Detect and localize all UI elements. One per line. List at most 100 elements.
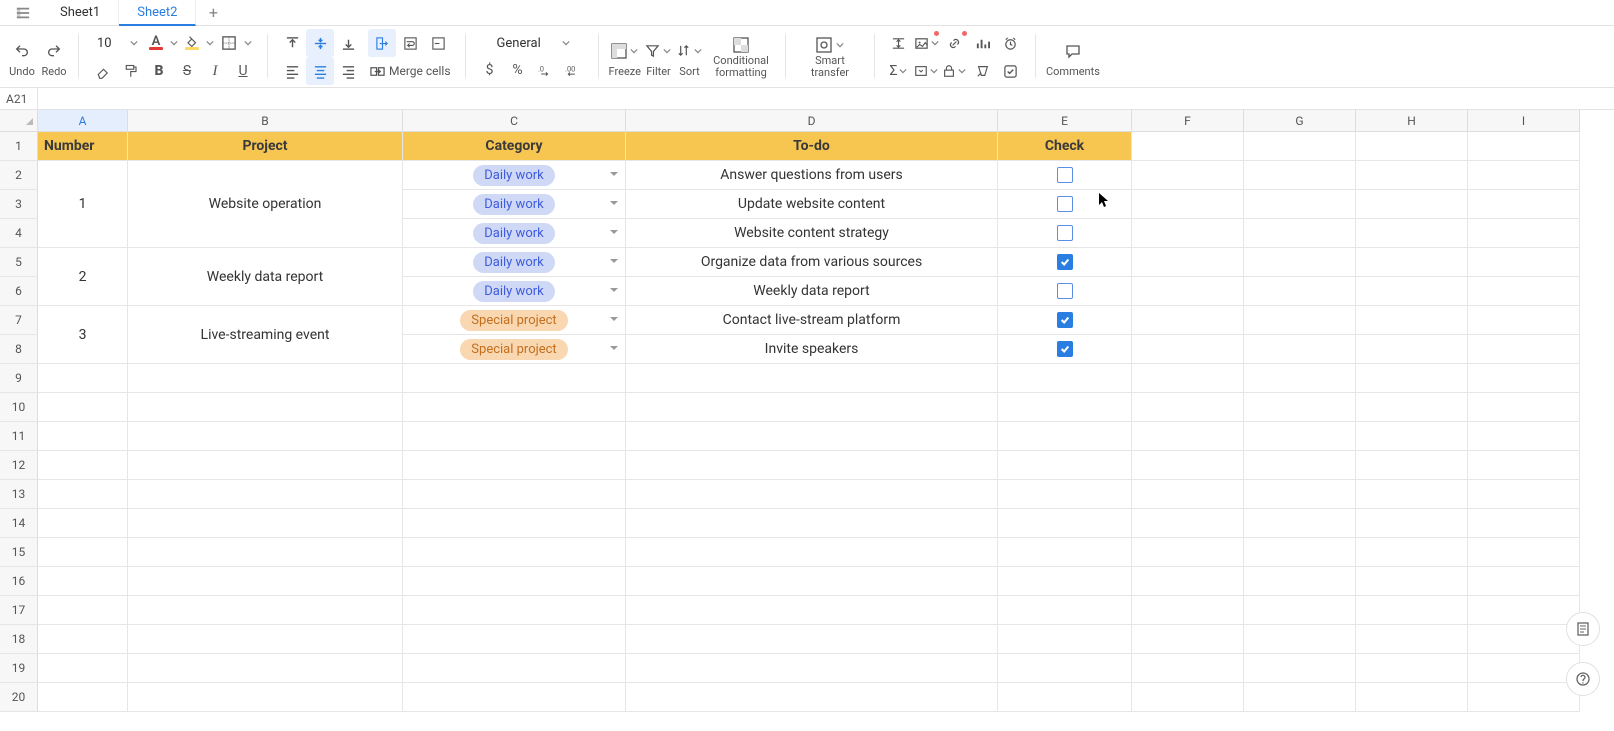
row-header[interactable]: 6 <box>0 277 38 306</box>
empty-cell[interactable] <box>1356 683 1468 712</box>
empty-cell[interactable] <box>1356 248 1468 277</box>
empty-cell[interactable] <box>1468 306 1580 335</box>
empty-cell[interactable] <box>1132 538 1244 567</box>
empty-cell[interactable] <box>626 422 998 451</box>
sheets-menu-icon[interactable] <box>4 0 42 26</box>
empty-cell[interactable] <box>1132 161 1244 190</box>
empty-cell[interactable] <box>1356 567 1468 596</box>
empty-cell[interactable] <box>1244 219 1356 248</box>
cell-todo[interactable]: Contact live-stream platform <box>626 306 998 335</box>
chevron-down-icon[interactable] <box>609 254 619 270</box>
smart-transfer-button[interactable]: Smart transfer <box>794 28 866 86</box>
empty-cell[interactable] <box>1356 306 1468 335</box>
empty-cell[interactable] <box>998 393 1132 422</box>
halign-right-button[interactable] <box>334 57 362 85</box>
header-check[interactable]: Check <box>998 132 1132 161</box>
cell-todo[interactable]: Invite speakers <box>626 335 998 364</box>
empty-cell[interactable] <box>38 567 128 596</box>
empty-cell[interactable] <box>1132 422 1244 451</box>
cell-category[interactable]: Daily work <box>403 277 626 306</box>
cell-check[interactable] <box>998 219 1132 248</box>
header-category[interactable]: Category <box>403 132 626 161</box>
empty-cell[interactable] <box>1356 219 1468 248</box>
empty-cell[interactable] <box>1356 132 1468 161</box>
empty-cell[interactable] <box>128 596 403 625</box>
empty-cell[interactable] <box>38 393 128 422</box>
empty-cell[interactable] <box>403 480 626 509</box>
empty-cell[interactable] <box>1132 451 1244 480</box>
empty-cell[interactable] <box>1244 248 1356 277</box>
row-header[interactable]: 7 <box>0 306 38 335</box>
empty-cell[interactable] <box>626 625 998 654</box>
empty-cell[interactable] <box>1468 277 1580 306</box>
checkbox[interactable] <box>1057 254 1073 270</box>
decrease-decimal-button[interactable]: .0 <box>532 56 560 84</box>
column-header-A[interactable]: A <box>38 110 128 132</box>
empty-cell[interactable] <box>403 509 626 538</box>
empty-cell[interactable] <box>1468 596 1580 625</box>
empty-cell[interactable] <box>128 480 403 509</box>
empty-cell[interactable] <box>1468 219 1580 248</box>
empty-cell[interactable] <box>1244 625 1356 654</box>
help-button[interactable] <box>1566 662 1600 696</box>
underline-button[interactable]: U <box>229 57 257 85</box>
empty-cell[interactable] <box>128 683 403 712</box>
empty-cell[interactable] <box>128 538 403 567</box>
empty-cell[interactable] <box>626 364 998 393</box>
empty-cell[interactable] <box>1132 596 1244 625</box>
fill-color-button[interactable] <box>179 30 205 56</box>
empty-cell[interactable] <box>1468 190 1580 219</box>
chevron-down-icon[interactable] <box>609 225 619 241</box>
redo-button[interactable] <box>40 37 68 65</box>
freeze-button[interactable] <box>611 37 639 65</box>
clear-format-button[interactable] <box>969 57 997 85</box>
chevron-down-icon[interactable] <box>609 341 619 357</box>
empty-cell[interactable] <box>998 625 1132 654</box>
cell-project[interactable]: Weekly data report <box>128 248 403 306</box>
cell-category[interactable]: Daily work <box>403 190 626 219</box>
empty-cell[interactable] <box>1468 422 1580 451</box>
empty-cell[interactable] <box>1132 683 1244 712</box>
empty-cell[interactable] <box>1244 161 1356 190</box>
header-todo[interactable]: To-do <box>626 132 998 161</box>
empty-cell[interactable] <box>1468 248 1580 277</box>
sheet-tab-sheet1[interactable]: Sheet1 <box>42 0 119 26</box>
empty-cell[interactable] <box>38 625 128 654</box>
cell-project[interactable]: Website operation <box>128 161 403 248</box>
empty-cell[interactable] <box>403 654 626 683</box>
lock-button[interactable] <box>941 57 969 85</box>
empty-cell[interactable] <box>1356 277 1468 306</box>
spreadsheet-grid[interactable]: ABCDEFGHI1NumberProjectCategoryTo-doChec… <box>0 110 1614 712</box>
empty-cell[interactable] <box>1244 393 1356 422</box>
cell-project[interactable]: Live-streaming event <box>128 306 403 364</box>
checkbox[interactable] <box>1057 167 1073 183</box>
empty-cell[interactable] <box>1244 422 1356 451</box>
insert-chart-button[interactable] <box>969 29 997 57</box>
cell-category[interactable]: Special project <box>403 306 626 335</box>
empty-cell[interactable] <box>1244 509 1356 538</box>
italic-button[interactable]: I <box>201 57 229 85</box>
empty-cell[interactable] <box>1132 306 1244 335</box>
empty-cell[interactable] <box>998 451 1132 480</box>
empty-cell[interactable] <box>626 451 998 480</box>
row-header[interactable]: 16 <box>0 567 38 596</box>
cell-check[interactable] <box>998 161 1132 190</box>
row-header[interactable]: 17 <box>0 596 38 625</box>
column-header-G[interactable]: G <box>1244 110 1356 132</box>
empty-cell[interactable] <box>1356 596 1468 625</box>
cell-number[interactable]: 2 <box>38 248 128 306</box>
empty-cell[interactable] <box>1468 161 1580 190</box>
empty-cell[interactable] <box>1132 248 1244 277</box>
empty-cell[interactable] <box>1132 654 1244 683</box>
row-header[interactable]: 8 <box>0 335 38 364</box>
empty-cell[interactable] <box>1468 393 1580 422</box>
cell-check[interactable] <box>998 277 1132 306</box>
chevron-down-icon[interactable] <box>609 167 619 183</box>
empty-cell[interactable] <box>626 567 998 596</box>
row-height-button[interactable] <box>885 29 913 57</box>
add-sheet-button[interactable]: + <box>196 3 230 22</box>
empty-cell[interactable] <box>626 509 998 538</box>
empty-cell[interactable] <box>1356 654 1468 683</box>
empty-cell[interactable] <box>998 422 1132 451</box>
cell-todo[interactable]: Website content strategy <box>626 219 998 248</box>
